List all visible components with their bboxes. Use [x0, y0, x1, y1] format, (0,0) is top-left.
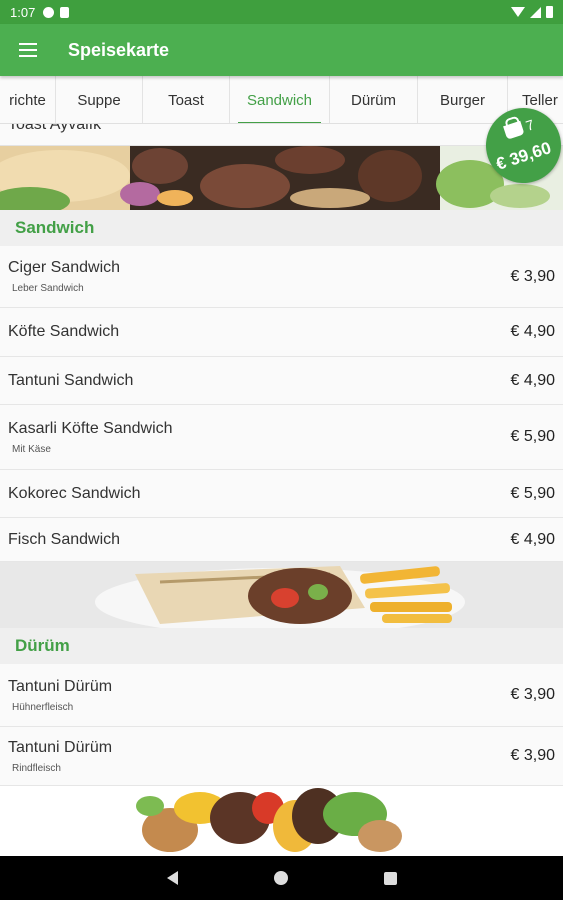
- section-header-durum: Dürüm: [0, 628, 563, 664]
- menu-item[interactable]: Ciger Sandwich Leber Sandwich € 3,90: [0, 246, 563, 308]
- menu-item[interactable]: Fisch Sandwich € 4,90: [0, 518, 563, 562]
- notification-icon: [43, 6, 55, 18]
- menu-item[interactable]: Tantuni Dürüm Hühnerfleisch € 3,90: [0, 664, 563, 727]
- back-icon[interactable]: [166, 871, 178, 885]
- item-name: Kokorec Sandwich: [8, 484, 141, 502]
- app-bar: Speisekarte: [0, 24, 563, 76]
- item-price: € 4,90: [510, 323, 555, 340]
- item-description: Hühnerfleisch: [12, 701, 74, 713]
- item-price: € 3,90: [510, 686, 555, 703]
- system-nav-bar: [0, 856, 563, 900]
- item-price: € 3,90: [510, 747, 555, 764]
- item-name: Tantuni Dürüm: [8, 738, 113, 756]
- item-price: € 5,90: [510, 484, 555, 502]
- cart-total: € 39,60: [493, 138, 554, 174]
- item-description: Mit Käse: [12, 443, 51, 455]
- tab-toast[interactable]: Toast: [143, 76, 230, 123]
- recent-apps-icon[interactable]: [383, 871, 397, 885]
- item-description: Leber Sandwich: [12, 283, 84, 294]
- tab-burger[interactable]: Burger: [418, 76, 508, 123]
- item-name: Tantuni Dürüm: [8, 677, 113, 695]
- tab-durum[interactable]: Dürüm: [330, 76, 418, 123]
- status-time: 1:07: [10, 4, 36, 20]
- section-header-sandwich: Sandwich: [0, 210, 563, 246]
- hamburger-menu-icon[interactable]: [0, 24, 56, 76]
- page-title: Speisekarte: [68, 39, 170, 60]
- item-price: € 3,90: [510, 267, 555, 285]
- category-tabs: richte Suppe Toast Sandwich Dürüm Burger…: [0, 76, 563, 124]
- item-name: Ciger Sandwich: [8, 259, 121, 276]
- menu-item[interactable]: Kasarli Köfte Sandwich Mit Käse € 5,90: [0, 405, 563, 470]
- shopping-basket-icon: [503, 120, 525, 140]
- menu-item[interactable]: Köfte Sandwich € 4,90: [0, 308, 563, 357]
- item-price: € 4,90: [510, 530, 555, 548]
- item-name: Fisch Sandwich: [8, 530, 121, 548]
- item-price: € 4,90: [510, 371, 555, 389]
- item-price: € 5,90: [510, 428, 555, 445]
- tab-suppe[interactable]: Suppe: [56, 76, 143, 123]
- item-name: Tantuni Sandwich: [8, 371, 134, 389]
- item-description: Rindfleisch: [12, 762, 61, 774]
- tab-sandwich[interactable]: Sandwich: [230, 76, 330, 123]
- signal-icon: [530, 6, 541, 18]
- sd-card-icon: [60, 6, 70, 18]
- wifi-icon: [511, 7, 525, 17]
- sandwich-banner-image: [0, 146, 563, 210]
- battery-icon: [546, 6, 553, 18]
- menu-list[interactable]: Toast Ayvalık Sandwich Ciger Sandwich Leb…: [0, 124, 563, 856]
- tab-gerichte[interactable]: richte: [0, 76, 56, 123]
- status-bar: 1:07: [0, 0, 563, 24]
- cart-count: 7: [523, 116, 537, 134]
- item-name: Köfte Sandwich: [8, 323, 120, 340]
- menu-item[interactable]: Tantuni Sandwich € 4,90: [0, 357, 563, 405]
- durum-banner-image: [0, 562, 563, 628]
- home-icon[interactable]: [273, 871, 288, 885]
- item-name: Kasarli Köfte Sandwich: [8, 419, 173, 437]
- list-item-partial[interactable]: Toast Ayvalık: [0, 124, 563, 146]
- menu-item[interactable]: Kokorec Sandwich € 5,90: [0, 470, 563, 518]
- burger-banner-image: [0, 786, 563, 856]
- menu-item[interactable]: Tantuni Dürüm Rindfleisch € 3,90: [0, 727, 563, 786]
